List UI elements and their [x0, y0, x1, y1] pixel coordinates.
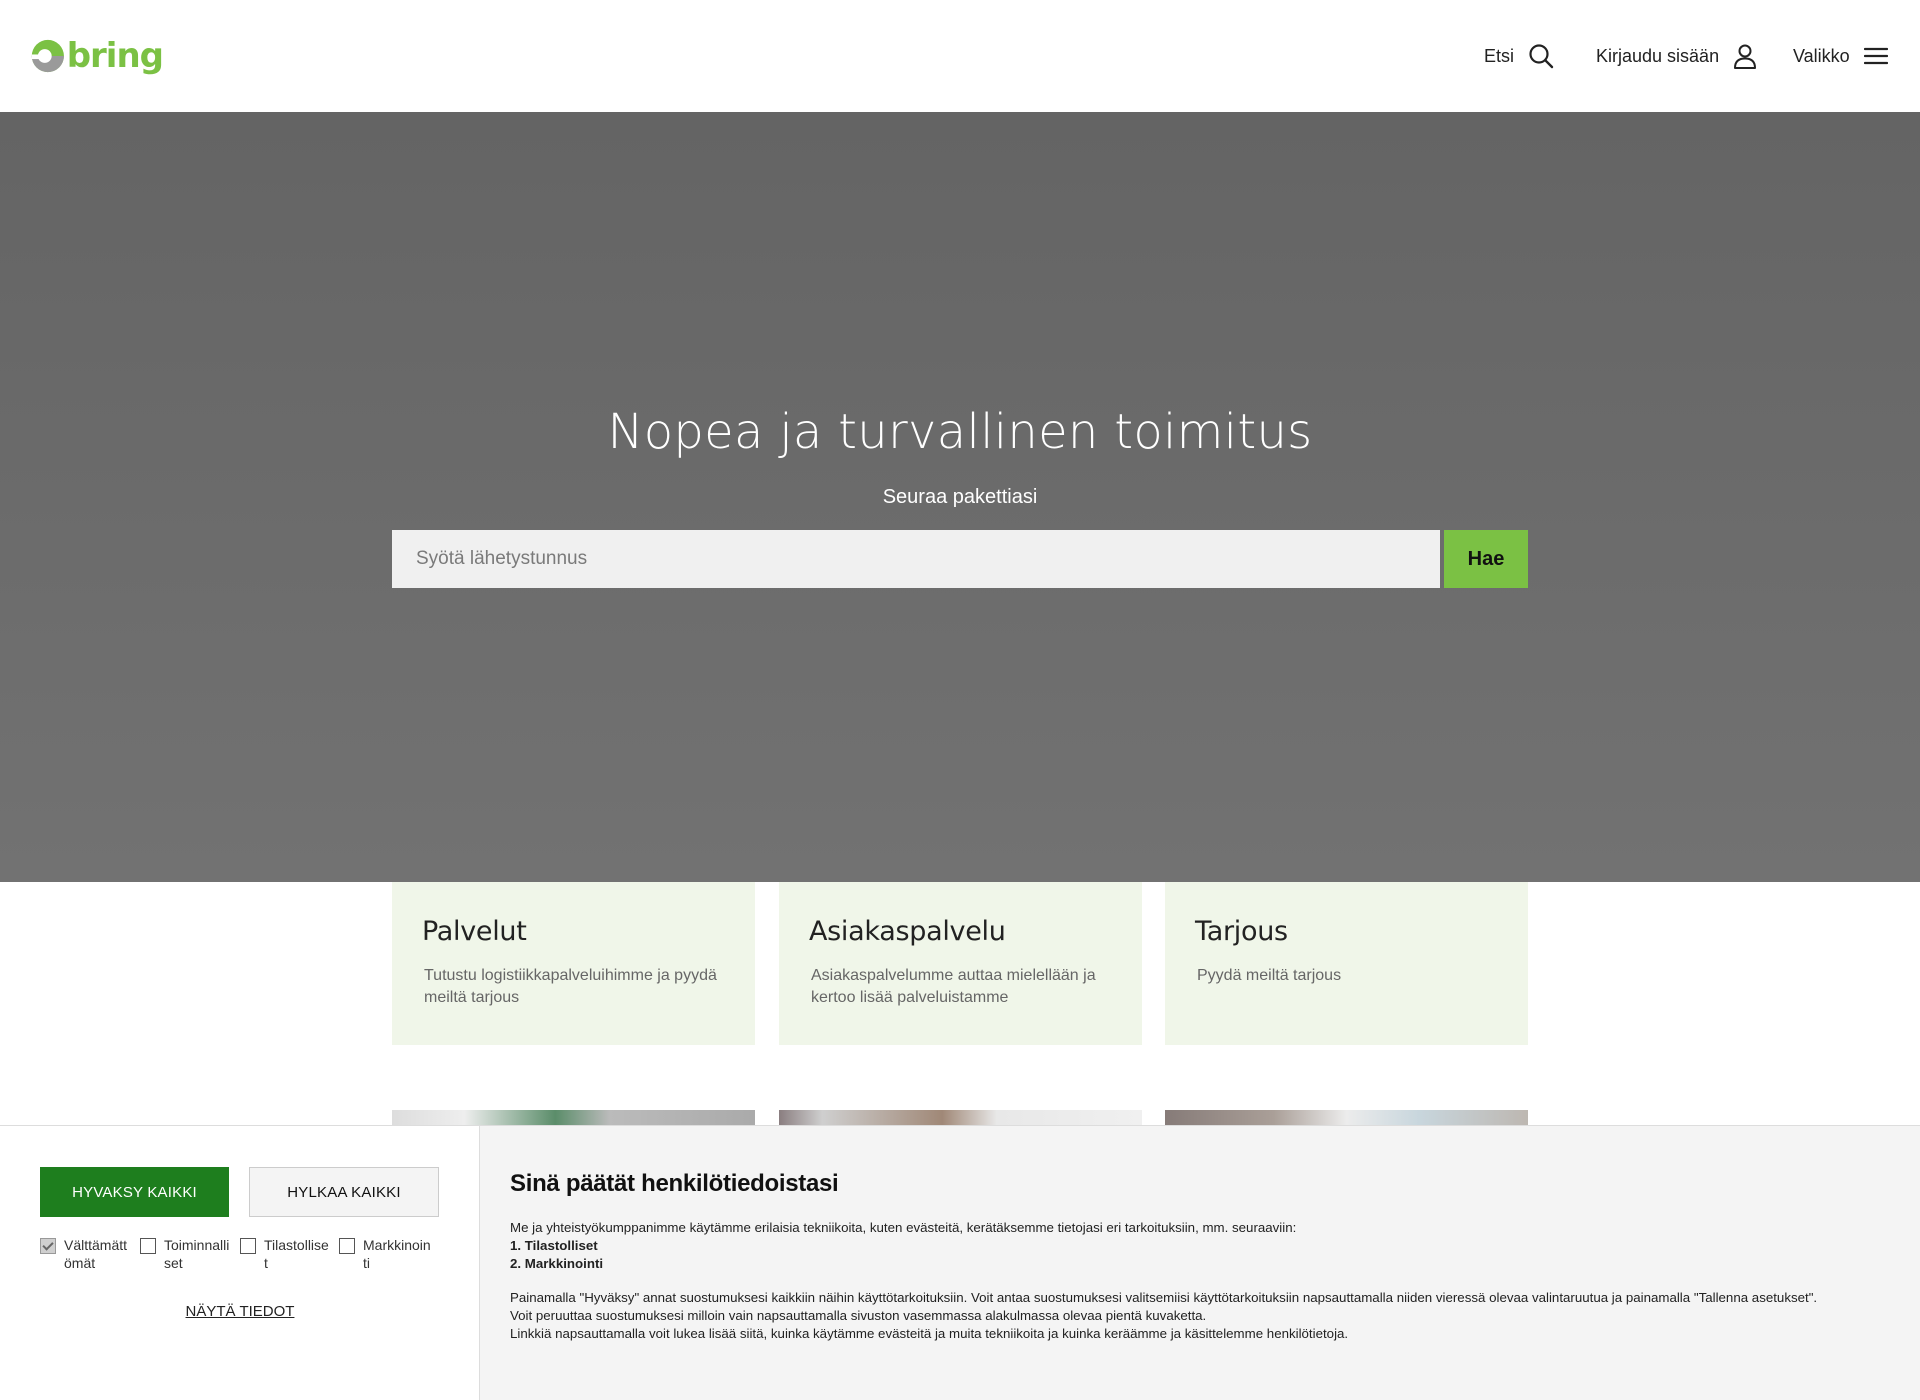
tracking-number-input[interactable] [392, 530, 1440, 588]
cookie-title: Sinä päätät henkilötiedoistasi [510, 1170, 839, 1197]
purpose-item: 2. Markkinointi [510, 1256, 604, 1271]
hamburger-menu-icon [1863, 47, 1888, 65]
card-text: Asiakaspalvelumme auttaa mielellään ja k… [811, 967, 1096, 1006]
checkmark-icon[interactable] [40, 1238, 56, 1254]
nav-menu-label: Valikko [1793, 45, 1850, 66]
consent-label: Toiminnalliset [164, 1237, 230, 1271]
nav-menu[interactable]: Valikko [1793, 40, 1888, 72]
consent-label: Tilastolliset [264, 1237, 329, 1271]
consent-checkbox[interactable] [140, 1238, 156, 1254]
nav-login-label: Kirjaudu sisään [1596, 45, 1720, 66]
nav-search[interactable]: Etsi [1484, 40, 1554, 72]
bring-logo[interactable]: bring [31, 31, 164, 81]
consent-label: Välttämättömät [64, 1237, 128, 1271]
cookie-paragraph: Painamalla "Hyväksy" annat suostumuksesi… [510, 1290, 1818, 1305]
card-asiakaspalvelu[interactable]: Asiakaspalvelu Asiakaspalvelumme auttaa … [779, 882, 1142, 1045]
show-details-link[interactable]: NÄYTÄ TIEDOT [0, 1303, 480, 1320]
user-icon [1734, 44, 1757, 69]
nav-search-label: Etsi [1484, 45, 1515, 66]
card-tarjous[interactable]: Tarjous Pyydä meiltä tarjous [1165, 882, 1528, 1045]
card-title: Tarjous [1195, 916, 1288, 947]
cookie-banner: HYVAKSY KAIKKI HYLKAA KAIKKI Välttämättö… [0, 1125, 1920, 1400]
consent-checkbox[interactable] [339, 1238, 355, 1254]
cookie-description: Me ja yhteistyökumppanimme käytämme eril… [510, 1219, 1850, 1343]
card-title: Palvelut [422, 916, 527, 947]
consent-necessary[interactable]: Välttämättömät [40, 1236, 136, 1272]
cookie-paragraph: Voit peruuttaa suostumuksesi milloin vai… [510, 1308, 1207, 1323]
consent-marketing[interactable]: Markkinointi [339, 1236, 435, 1272]
hero-subtitle: Seuraa pakettiasi [882, 486, 1038, 508]
cookie-paragraph: Linkkiä napsauttamalla voit lukea lisää … [510, 1326, 1349, 1341]
cookie-intro: Me ja yhteistyökumppanimme käytämme eril… [510, 1220, 1297, 1235]
card-palvelut[interactable]: Palvelut Tutustu logistiikkapalveluihimm… [392, 882, 755, 1045]
tracking-search-button[interactable]: Hae [1444, 530, 1528, 588]
hero-section: Nopea ja turvallinen toimitus Seuraa pak… [0, 112, 1920, 882]
card-title: Asiakaspalvelu [809, 916, 1006, 947]
consent-label: Markkinointi [363, 1237, 431, 1271]
accept-all-button[interactable]: HYVAKSY KAIKKI [40, 1167, 229, 1217]
purpose-item: 1. Tilastolliset [510, 1238, 598, 1253]
cookie-actions-panel: HYVAKSY KAIKKI HYLKAA KAIKKI Välttämättö… [0, 1126, 480, 1400]
reject-all-button[interactable]: HYLKAA KAIKKI [249, 1167, 439, 1217]
consent-checkbox[interactable] [240, 1238, 256, 1254]
card-text: Tutustu logistiikkapalveluihimme ja pyyd… [424, 967, 717, 1006]
card-text: Pyydä meiltä tarjous [1197, 967, 1342, 984]
consent-statistics[interactable]: Tilastolliset [240, 1236, 336, 1272]
bring-logo-icon [31, 39, 64, 73]
hero-title: Nopea ja turvallinen toimitus [607, 404, 1313, 460]
consent-functional[interactable]: Toiminnalliset [140, 1236, 236, 1272]
search-icon [1529, 44, 1554, 69]
logo-wordmark: bring [66, 36, 164, 76]
nav-login[interactable]: Kirjaudu sisään [1596, 40, 1757, 72]
site-header: bring Etsi Kirjaudu sisään Valikko [0, 0, 1920, 112]
